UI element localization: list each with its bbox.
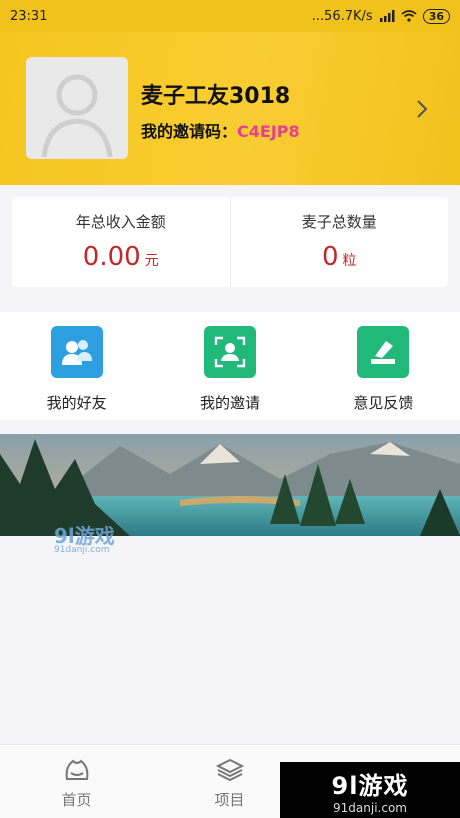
action-label: 意见反馈: [353, 394, 414, 412]
profile-header[interactable]: 麦子工友3018 我的邀请码：C4EJP8: [0, 32, 460, 185]
user-placeholder-icon: [41, 74, 113, 158]
feedback-icon: [357, 326, 410, 378]
stats-card: 年总收入金额 0.00 元 麦子总数量 0粒: [12, 197, 448, 287]
wifi-icon: [401, 10, 417, 22]
action-my-invites[interactable]: 我的邀请: [153, 312, 306, 420]
friends-icon: [50, 326, 103, 378]
invite-code: C4EJP8: [237, 122, 300, 141]
stat-value: 0: [321, 242, 339, 272]
avatar[interactable]: [26, 57, 128, 159]
chevron-right-icon[interactable]: [410, 94, 434, 124]
signal-icon: [379, 10, 395, 22]
status-bar: 23:31 ...56.7K/s 36: [0, 0, 460, 32]
action-label: 我的好友: [46, 394, 107, 412]
stat-unit: 元: [144, 253, 159, 269]
network-speed: ...56.7K/s: [311, 8, 373, 24]
action-my-friends[interactable]: 我的好友: [0, 312, 153, 420]
layers-icon: [215, 758, 244, 782]
action-label: 我的邀请: [199, 394, 260, 412]
action-feedback[interactable]: 意见反馈: [307, 312, 460, 420]
corner-brand: 9l游戏: [331, 771, 409, 800]
status-time: 23:31: [10, 8, 48, 24]
battery-indicator: 36: [422, 8, 450, 24]
stat-value: 0.00: [82, 242, 141, 272]
stat-wheat-count: 麦子总数量 0粒: [229, 197, 449, 287]
tab-label: 项目: [214, 791, 245, 809]
stat-annual-income: 年总收入金额 0.00 元: [12, 197, 230, 287]
corner-logo: 9l游戏 91danji.com: [280, 762, 460, 818]
stat-label: 麦子总数量: [301, 213, 377, 231]
corner-domain: 91danji.com: [333, 800, 407, 815]
invite-scan-icon: [203, 326, 256, 378]
username: 麦子工友3018: [141, 84, 291, 109]
tab-home[interactable]: 首页: [0, 745, 153, 818]
tab-label: 首页: [61, 791, 92, 809]
home-icon: [65, 759, 88, 780]
watermark: 9l游戏 91danji.com: [54, 520, 115, 555]
action-grid: 我的好友 我的邀请 意见反馈: [0, 312, 460, 420]
invite-code-row: 我的邀请码：C4EJP8: [141, 118, 300, 142]
invite-label: 我的邀请码：: [141, 122, 238, 141]
stat-label: 年总收入金额: [75, 213, 166, 231]
watermark-domain: 91danji.com: [54, 545, 110, 555]
stat-unit: 粒: [342, 253, 357, 269]
